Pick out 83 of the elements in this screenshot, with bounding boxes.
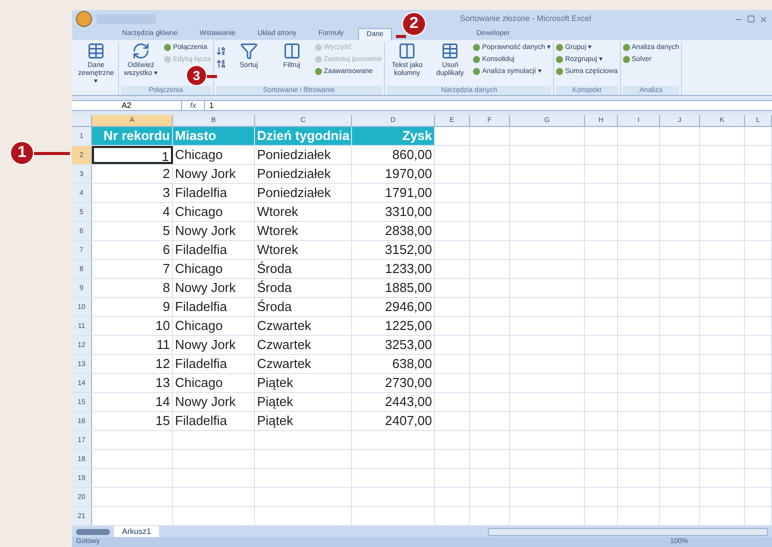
table-cell: Nowy Jork [173, 222, 255, 240]
filter-icon [240, 42, 258, 60]
table-cell: Środa [255, 260, 352, 278]
table-cell: Czwartek [255, 336, 352, 354]
sort-ascending-icon[interactable] [216, 46, 226, 56]
table-cell: 5 [92, 222, 173, 240]
table-cell: 2838,00 [352, 222, 435, 240]
function-label[interactable]: fx [182, 101, 204, 110]
name-box[interactable]: A2 [72, 101, 182, 110]
table-cell: Środa [255, 279, 352, 297]
table-cell: Poniedziałek [255, 165, 352, 183]
sheet-navigation-icon[interactable] [76, 528, 110, 534]
table-cell: Czwartek [255, 355, 352, 373]
table-cell: Środa [255, 298, 352, 316]
table-cell: Czwartek [255, 317, 352, 335]
table-cell: 13 [92, 374, 173, 392]
table-cell: 11 [92, 336, 173, 354]
table-cell: 1233,00 [352, 260, 435, 278]
table-cell: Filadelfia [173, 355, 255, 373]
table-cell: 860,00 [352, 146, 435, 164]
table-icon [441, 42, 460, 60]
table-cell: Chicago [173, 203, 255, 221]
table-cell: 8 [92, 279, 173, 297]
header-cell: Dzień tygodnia [255, 127, 352, 145]
table-cell: 1791,00 [352, 184, 435, 202]
table-cell: 638,00 [352, 355, 435, 373]
table-cell: 1225,00 [352, 317, 435, 335]
table-cell: Filadelfia [173, 298, 255, 316]
table-cell: 3 [92, 184, 173, 202]
table-cell: 2443,00 [352, 393, 435, 411]
table-cell: 1970,00 [352, 165, 435, 183]
table-cell: Piątek [255, 393, 352, 411]
office-button[interactable] [76, 11, 92, 27]
table-cell: 2730,00 [352, 374, 435, 392]
table-cell: 10 [92, 317, 173, 335]
table-cell: 4 [92, 203, 173, 221]
table-cell: 7 [92, 260, 173, 278]
window-title: Sortowanie złożone - Microsoft Excel [460, 13, 592, 25]
sheet-tab[interactable]: Arkusz1 [114, 526, 159, 537]
table-cell: 2946,00 [352, 298, 435, 316]
table-cell: 1885,00 [352, 279, 435, 297]
refresh-icon [132, 42, 150, 60]
table-cell: 1 [92, 146, 173, 164]
table-cell: Nowy Jork [173, 336, 255, 354]
columns-icon [398, 42, 416, 60]
table-cell: Nowy Jork [173, 279, 255, 297]
table-cell: Poniedziałek [255, 146, 352, 164]
header-cell: Nr rekordu [92, 127, 173, 145]
table-cell: Wtorek [255, 203, 352, 221]
sort-descending-icon[interactable] [216, 59, 226, 69]
table-cell: 15 [92, 412, 173, 430]
table-cell: Chicago [173, 260, 255, 278]
table-cell: 9 [92, 298, 173, 316]
table-cell: Filadelfia [173, 241, 255, 259]
table-cell: Nowy Jork [173, 165, 255, 183]
table-cell: Chicago [173, 317, 255, 335]
table-cell: Chicago [173, 146, 255, 164]
callout-number: 1 [10, 141, 34, 165]
table-cell: Nowy Jork [173, 393, 255, 411]
maximize-icon[interactable] [747, 14, 755, 22]
formula-input[interactable]: 1 [204, 101, 772, 110]
table-cell: 12 [92, 355, 173, 373]
table-cell: Poniedziałek [255, 184, 352, 202]
table-cell: Wtorek [255, 222, 352, 240]
table-cell: Chicago [173, 374, 255, 392]
table-cell: Piątek [255, 412, 352, 430]
table-cell: 6 [92, 241, 173, 259]
close-icon[interactable] [759, 14, 768, 24]
table-cell: 3310,00 [352, 203, 435, 221]
table-cell: 3152,00 [352, 241, 435, 259]
table-cell: Wtorek [255, 241, 352, 259]
table-icon [87, 42, 105, 60]
table-cell: 2 [92, 165, 173, 183]
table-cell: 2407,00 [352, 412, 435, 430]
columns-icon [282, 42, 301, 60]
table-cell: Piątek [255, 374, 352, 392]
header-cell: Zysk [352, 127, 435, 145]
table-cell: Filadelfia [173, 184, 255, 202]
table-cell: 3253,00 [352, 336, 435, 354]
header-cell: Miasto [173, 127, 255, 145]
horizontal-scrollbar[interactable] [488, 528, 768, 536]
table-cell: 14 [92, 393, 173, 411]
table-cell: Filadelfia [173, 412, 255, 430]
